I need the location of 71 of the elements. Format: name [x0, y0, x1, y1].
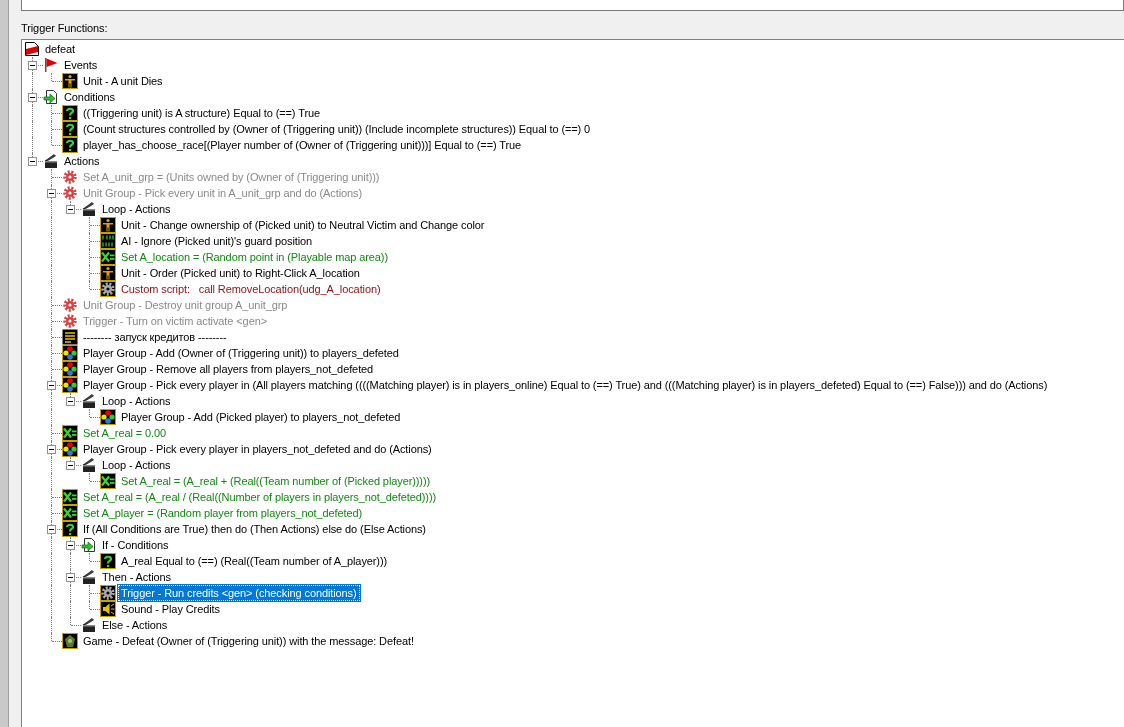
- tree-item[interactable]: Then - Actions: [99, 569, 174, 585]
- tree-item[interactable]: Loop - Actions: [99, 457, 174, 473]
- collapse-toggle[interactable]: [66, 573, 75, 582]
- document-arrow-icon: [43, 89, 59, 105]
- tree-item[interactable]: If (All Conditions are True) then do (Then Actions) else do (Else Actions): [80, 521, 429, 537]
- tree-item[interactable]: Conditions: [61, 89, 118, 105]
- collapse-toggle[interactable]: [28, 61, 37, 70]
- document-arrow-icon: [81, 537, 97, 553]
- gear-icon: [100, 585, 116, 601]
- collapse-toggle[interactable]: [66, 461, 75, 470]
- binary-icon: [100, 233, 116, 249]
- figure-icon: [62, 73, 78, 89]
- tree-item[interactable]: Trigger - Run credits <gen> (checking conditions): [118, 585, 360, 601]
- tree-item[interactable]: Player Group - Pick every player in players_not_defeted and do (Actions): [80, 441, 435, 457]
- x-equals-icon: [100, 473, 116, 489]
- note-icon: [62, 329, 78, 345]
- x-equals-icon: [100, 249, 116, 265]
- speaker-icon: [100, 601, 116, 617]
- collapse-toggle[interactable]: [28, 157, 37, 166]
- question-mark-icon: [62, 121, 78, 137]
- x-equals-icon: [62, 425, 78, 441]
- text-field[interactable]: [21, 0, 1124, 11]
- tree-item[interactable]: Actions: [61, 153, 103, 169]
- gear-icon: [62, 185, 78, 201]
- gear-icon: [62, 297, 78, 313]
- collapse-toggle[interactable]: [66, 397, 75, 406]
- tree-item[interactable]: Sound - Play Credits: [118, 601, 223, 617]
- tree-item[interactable]: Set A_real = (A_real + (Real((Team number of (Picked player))))): [118, 473, 434, 489]
- x-equals-icon: [62, 489, 78, 505]
- tree-item[interactable]: A_real Equal to (==) (Real((Team number of A_player))): [118, 553, 391, 569]
- tree-item[interactable]: Events: [61, 57, 101, 73]
- tree-item[interactable]: Set A_player = (Random player from players_not_defeted): [80, 505, 366, 521]
- people-icon: [62, 441, 78, 457]
- question-mark-icon: [100, 553, 116, 569]
- tree-item[interactable]: -------- запуск кредитов --------: [80, 329, 230, 345]
- x-equals-icon: [62, 505, 78, 521]
- tree-item[interactable]: Game - Defeat (Owner of (Triggering unit)) with the message: Defeat!: [80, 633, 417, 649]
- tree-item[interactable]: Loop - Actions: [99, 393, 174, 409]
- tree-item[interactable]: Player Group - Pick every player in (All players matching ((((Matching player) is in players_online) Equal to (==) True) and (((Matching player) is in players_defeted) Equal to (==) False))) and do (Actions): [80, 377, 1051, 393]
- people-icon: [62, 377, 78, 393]
- tree-item[interactable]: Unit - A unit Dies: [80, 73, 166, 89]
- people-icon: [62, 361, 78, 377]
- collapse-toggle[interactable]: [66, 541, 75, 550]
- question-mark-icon: [62, 105, 78, 121]
- tree-item[interactable]: player_has_choose_race[(Player number of (Owner of (Triggering unit)))] Equal to (==) True: [80, 137, 525, 153]
- tree-item[interactable]: Player Group - Add (Picked player) to players_not_defeted: [118, 409, 404, 425]
- collapse-toggle[interactable]: [47, 381, 56, 390]
- gear-icon: [62, 169, 78, 185]
- collapse-toggle[interactable]: [47, 445, 56, 454]
- tree-item[interactable]: (Count structures controlled by (Owner of (Triggering unit)) (Include incomplete structures)) Equal to (==) 0: [80, 121, 594, 137]
- question-mark-icon: [62, 521, 78, 537]
- tree-item[interactable]: Else - Actions: [99, 617, 171, 633]
- figure-icon: [100, 265, 116, 281]
- collapse-toggle[interactable]: [47, 525, 56, 534]
- gear-icon: [62, 313, 78, 329]
- question-mark-icon: [62, 137, 78, 153]
- panel-label: Trigger Functions:: [21, 21, 109, 35]
- people-icon: [62, 345, 78, 361]
- flag-icon: [43, 57, 59, 73]
- tree-item[interactable]: Player Group - Remove all players from players_not_defeted: [80, 361, 377, 377]
- figure-icon: [100, 217, 116, 233]
- tree-item[interactable]: If - Conditions: [99, 537, 172, 553]
- collapse-toggle[interactable]: [28, 93, 37, 102]
- emblem-icon: [62, 633, 78, 649]
- tree-item[interactable]: ((Triggering unit) is A structure) Equal to (==) True: [80, 105, 323, 121]
- tree-item[interactable]: defeat: [42, 41, 78, 57]
- tree-item[interactable]: Player Group - Add (Owner of (Triggering unit)) to players_defeted: [80, 345, 402, 361]
- tree-item[interactable]: Set A_real = 0.00: [80, 425, 169, 441]
- tree-item[interactable]: Set A_real = (A_real / (Real((Number of players in players_not_defeted)))): [80, 489, 440, 505]
- gear-icon: [100, 281, 116, 297]
- people-icon: [100, 409, 116, 425]
